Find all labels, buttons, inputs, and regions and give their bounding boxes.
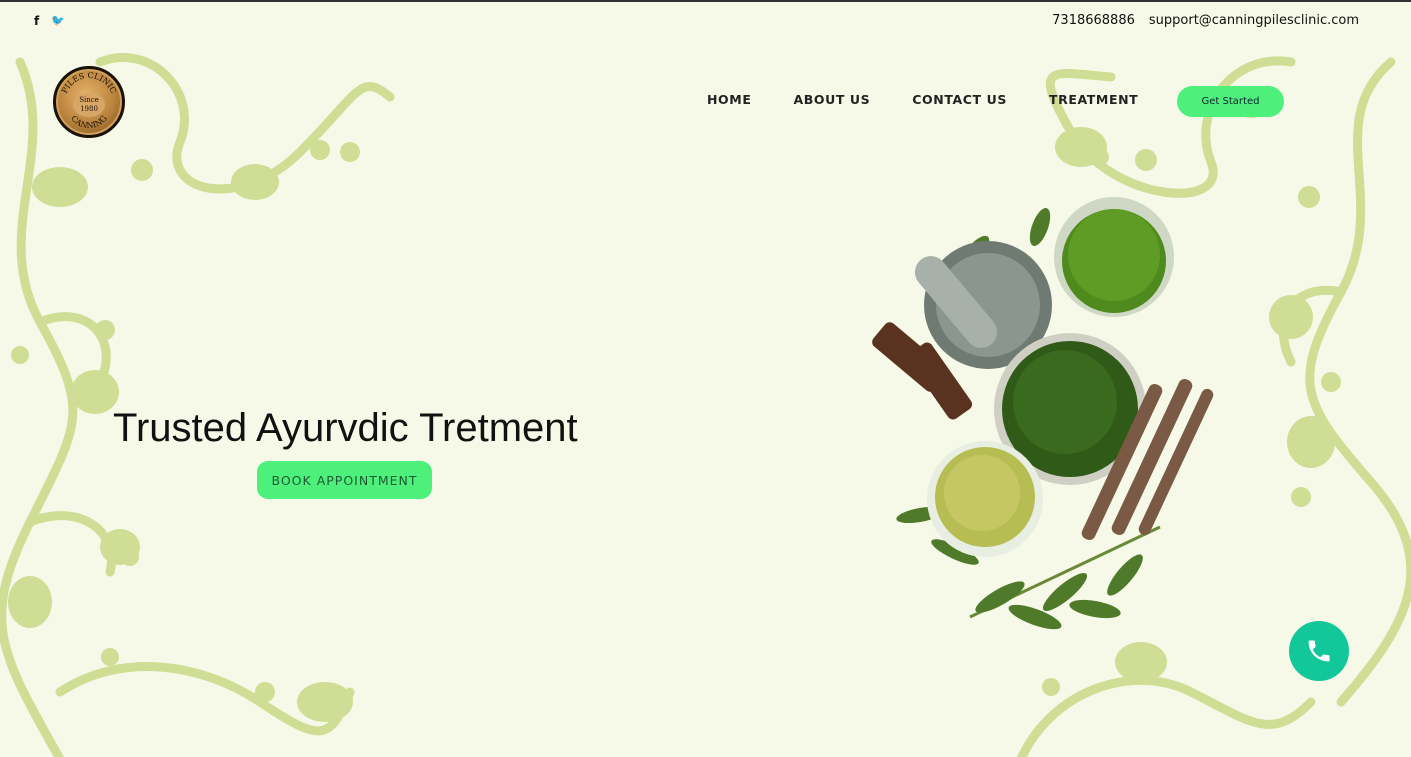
nav-contact-us[interactable]: CONTACT US <box>912 92 1007 107</box>
nav-home[interactable]: HOME <box>707 92 751 107</box>
facebook-icon[interactable]: f <box>34 14 39 28</box>
email-address[interactable]: support@canningpilesclinic.com <box>1149 13 1359 28</box>
ayurvedic-herbs-image <box>872 197 1214 630</box>
nav-treatment[interactable]: TREATMENT <box>1049 92 1138 107</box>
svg-text:PILES CLINIC: PILES CLINIC <box>60 71 118 95</box>
phone-icon <box>1308 640 1330 662</box>
hero-title: Trusted Ayurvdic Tretment <box>113 406 578 450</box>
social-links: f 🐦 <box>34 14 65 28</box>
clinic-logo[interactable]: PILES CLINIC CANNING Since 1980 <box>53 66 125 138</box>
book-appointment-button[interactable]: BOOK APPOINTMENT <box>257 461 432 499</box>
main-nav: HOME ABOUT US CONTACT US TREATMENT <box>707 92 1180 107</box>
call-button[interactable] <box>1289 621 1349 681</box>
phone-number[interactable]: 7318668886 <box>1052 13 1135 28</box>
logo-ring-top-text: PILES CLINIC <box>60 71 118 95</box>
twitter-icon[interactable]: 🐦 <box>51 14 65 28</box>
logo-since-year: 1980 <box>80 105 98 113</box>
logo-since: Since 1980 <box>73 93 105 117</box>
get-started-button[interactable]: Get Started <box>1177 86 1284 117</box>
logo-since-label: Since <box>79 96 99 104</box>
contact-info: 7318668886 support@canningpilesclinic.co… <box>1052 13 1359 28</box>
nav-about-us[interactable]: ABOUT US <box>793 92 870 107</box>
top-bar: f 🐦 7318668886 support@canningpilesclini… <box>0 2 1411 42</box>
